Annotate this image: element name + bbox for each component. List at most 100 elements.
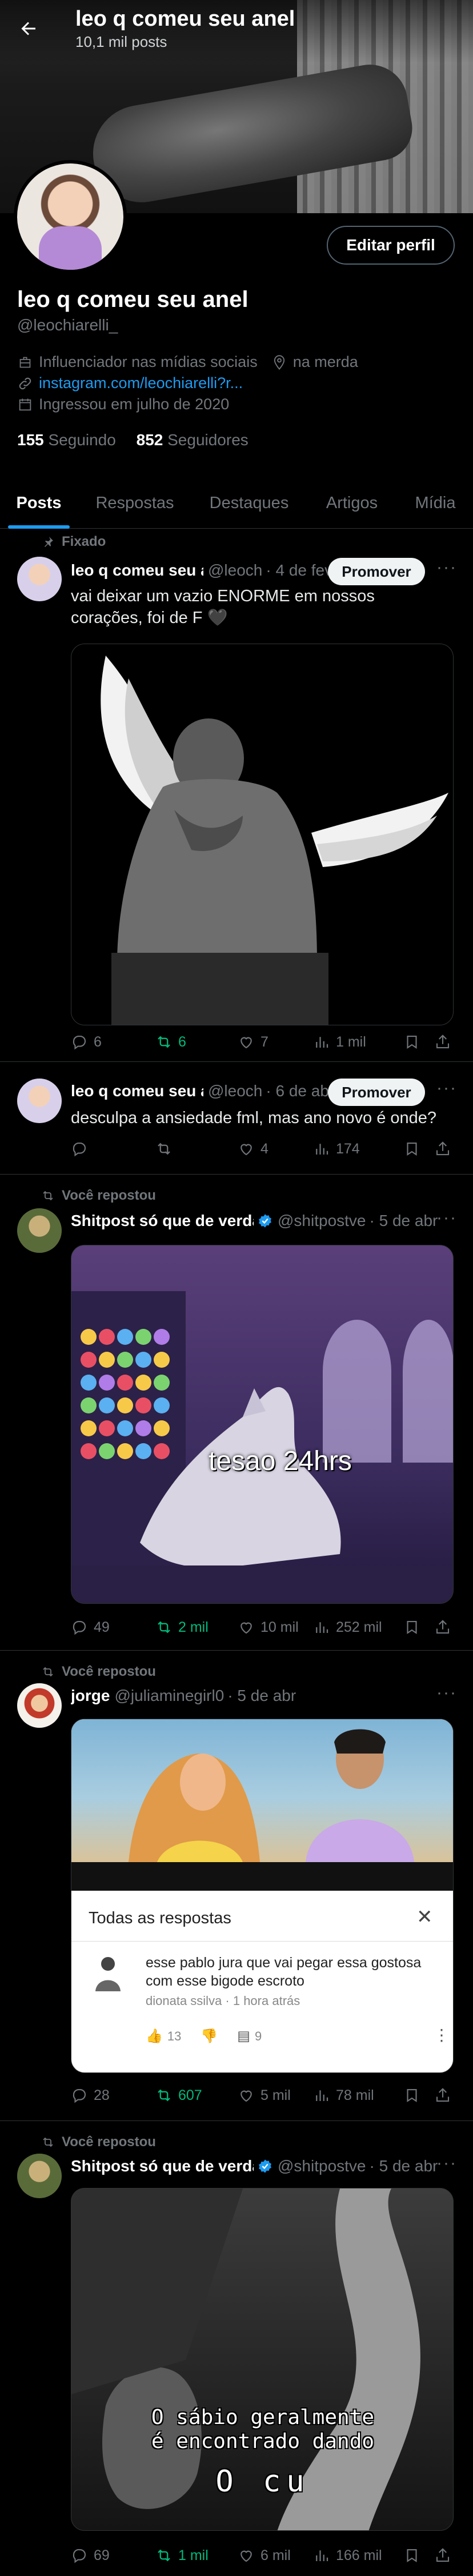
tab-respostas[interactable]: Respostas xyxy=(78,477,192,529)
profile-avatar[interactable] xyxy=(14,160,127,273)
post-avatar[interactable] xyxy=(17,557,62,601)
like-button[interactable]: 5 mil xyxy=(238,2087,291,2104)
following-link[interactable]: 155 Seguindo xyxy=(17,431,116,449)
verified-badge-icon xyxy=(259,2159,271,2173)
tab-artigos[interactable]: Artigos xyxy=(306,477,398,529)
bookmark-button[interactable] xyxy=(403,1033,420,1051)
tab-posts-label: Posts xyxy=(16,493,62,512)
share-button[interactable] xyxy=(434,1619,451,1636)
comment-bubble-icon: ▤ xyxy=(237,2028,250,2044)
card-header: Todas as respostas xyxy=(89,1909,231,1927)
post-author-handle[interactable]: @leoch xyxy=(208,1082,262,1100)
repost-count: 6 xyxy=(178,1033,186,1050)
like-count: 5 mil xyxy=(260,2087,291,2103)
post-media-angel[interactable] xyxy=(71,644,454,1025)
post-date[interactable]: · 5 de abr xyxy=(370,1212,438,1230)
share-button[interactable] xyxy=(434,2547,451,2564)
tab-midia[interactable]: Mídia xyxy=(398,477,473,529)
post-author-name[interactable]: Shitpost só que de verdade xyxy=(71,1212,254,1230)
repost-button[interactable]: 1 mil xyxy=(155,2547,209,2564)
post-text: vai deixar um vazio ENORME em nossos cor… xyxy=(71,587,375,627)
reply-button[interactable]: 69 xyxy=(71,2547,110,2564)
post-repost-wolf[interactable]: Você repostou Shitpost só que de verdade… xyxy=(0,1175,473,1651)
post-pinned[interactable]: Fixado leo q comeu seu anel @leoch · 4 d… xyxy=(0,529,473,1062)
like-button[interactable]: 4 xyxy=(238,1140,268,1157)
media-caption-line-1: O sábio geralmente xyxy=(151,2406,375,2429)
avatar-shirt xyxy=(39,226,102,270)
post-date[interactable]: · 4 de fev xyxy=(266,561,332,580)
views-button[interactable]: 166 mil xyxy=(313,2547,382,2564)
heart-icon xyxy=(240,1037,252,1049)
post-context-label: Você repostou xyxy=(62,1188,156,1203)
post-avatar[interactable] xyxy=(17,1079,62,1123)
bookmark-button[interactable] xyxy=(403,2547,420,2564)
reply-count: 6 xyxy=(94,1033,102,1050)
post-author-handle[interactable]: @leoch xyxy=(208,561,262,580)
views-button[interactable]: 174 xyxy=(313,1140,360,1157)
views-button[interactable]: 78 mil xyxy=(313,2087,374,2104)
promote-button[interactable]: Promover xyxy=(328,1079,425,1106)
like-button[interactable]: 6 mil xyxy=(238,2547,291,2564)
profile-link[interactable]: instagram.com/leochiarelli?r... xyxy=(39,374,243,392)
post-author-handle[interactable]: @juliaminegirl0 xyxy=(114,1687,224,1705)
post-avatar[interactable] xyxy=(17,2154,62,2198)
more-icon[interactable]: ··· xyxy=(436,1683,457,1703)
tab-posts[interactable]: Posts xyxy=(0,477,78,529)
post-repost-jorge[interactable]: Você repostou jorge @juliaminegirl0 · 5 … xyxy=(0,1651,473,2121)
angel-image xyxy=(101,656,448,1025)
share-button[interactable] xyxy=(434,2087,451,2104)
bookmark-button[interactable] xyxy=(403,1619,420,1636)
views-icon xyxy=(316,2550,328,2561)
post-media-sabio[interactable]: O sábio geralmente é encontrado dando O … xyxy=(71,2188,454,2531)
post-media-comment-card[interactable]: Todas as respostas ✕ esse pablo jura que… xyxy=(71,1719,454,2073)
repost-button[interactable] xyxy=(155,1140,178,1157)
followers-link[interactable]: 852 Seguidores xyxy=(137,431,248,449)
post-author-handle[interactable]: @shitpostve xyxy=(278,1212,366,1230)
edit-profile-button[interactable]: Editar perfil xyxy=(327,226,455,265)
more-icon[interactable]: ··· xyxy=(436,1079,457,1098)
views-count: 252 mil xyxy=(336,1619,382,1635)
post-repost-sabio[interactable]: Você repostou Shitpost só que de verdade… xyxy=(0,2122,473,2576)
post-author-name[interactable]: jorge xyxy=(71,1687,110,1705)
views-button[interactable]: 1 mil xyxy=(313,1033,366,1051)
reply-button[interactable]: 49 xyxy=(71,1619,110,1636)
post-avatar[interactable] xyxy=(17,1683,62,1728)
post-date[interactable]: · 5 de abr xyxy=(227,1687,296,1705)
post-text-only[interactable]: leo q comeu seu anel @leoch · 6 de abr P… xyxy=(0,1063,473,1175)
more-icon[interactable]: ··· xyxy=(436,1208,457,1228)
views-button[interactable]: 252 mil xyxy=(313,1619,382,1636)
reply-button[interactable] xyxy=(71,1140,94,1157)
reply-button[interactable]: 6 xyxy=(71,1033,102,1051)
post-avatar[interactable] xyxy=(17,1208,62,1253)
like-count: 4 xyxy=(260,1140,268,1157)
tab-respostas-label: Respostas xyxy=(95,493,174,512)
post-date[interactable]: · 6 de abr xyxy=(266,1082,334,1100)
back-arrow-icon[interactable] xyxy=(17,17,40,40)
tab-destaques[interactable]: Destaques xyxy=(192,477,306,529)
post-context: Fixado xyxy=(41,534,106,550)
repost-button[interactable]: 6 xyxy=(155,1033,186,1051)
more-icon[interactable]: ··· xyxy=(436,2154,457,2173)
post-author-name[interactable]: leo q comeu seu anel xyxy=(71,1082,203,1100)
bookmark-button[interactable] xyxy=(403,1140,420,1157)
post-author-handle[interactable]: @shitpostve xyxy=(278,2157,366,2175)
post-author-name[interactable]: leo q comeu seu anel xyxy=(71,561,203,580)
profile-tabs: Posts Respostas Destaques Artigos Mídia xyxy=(0,477,473,529)
reply-button[interactable]: 28 xyxy=(71,2087,110,2104)
post-media-wolf[interactable]: tesao 24hrs xyxy=(71,1245,454,1604)
close-icon[interactable]: ✕ xyxy=(416,1906,433,1928)
share-button[interactable] xyxy=(434,1140,451,1157)
promote-button[interactable]: Promover xyxy=(328,558,425,585)
like-button[interactable]: 7 xyxy=(238,1033,268,1051)
calendar-icon xyxy=(19,398,31,410)
repost-button[interactable]: 2 mil xyxy=(155,1619,209,1636)
post-date[interactable]: · 5 de abr xyxy=(370,2157,438,2175)
media-caption: O sábio geralmente é encontrado dando O … xyxy=(71,2406,453,2497)
like-button[interactable]: 10 mil xyxy=(238,1619,299,1636)
reply-icon xyxy=(73,1142,86,1157)
repost-button[interactable]: 607 xyxy=(155,2087,202,2104)
more-icon[interactable]: ··· xyxy=(436,558,457,577)
share-button[interactable] xyxy=(434,1033,451,1051)
bookmark-button[interactable] xyxy=(403,2087,420,2104)
post-author-name[interactable]: Shitpost só que de verdade xyxy=(71,2157,254,2175)
